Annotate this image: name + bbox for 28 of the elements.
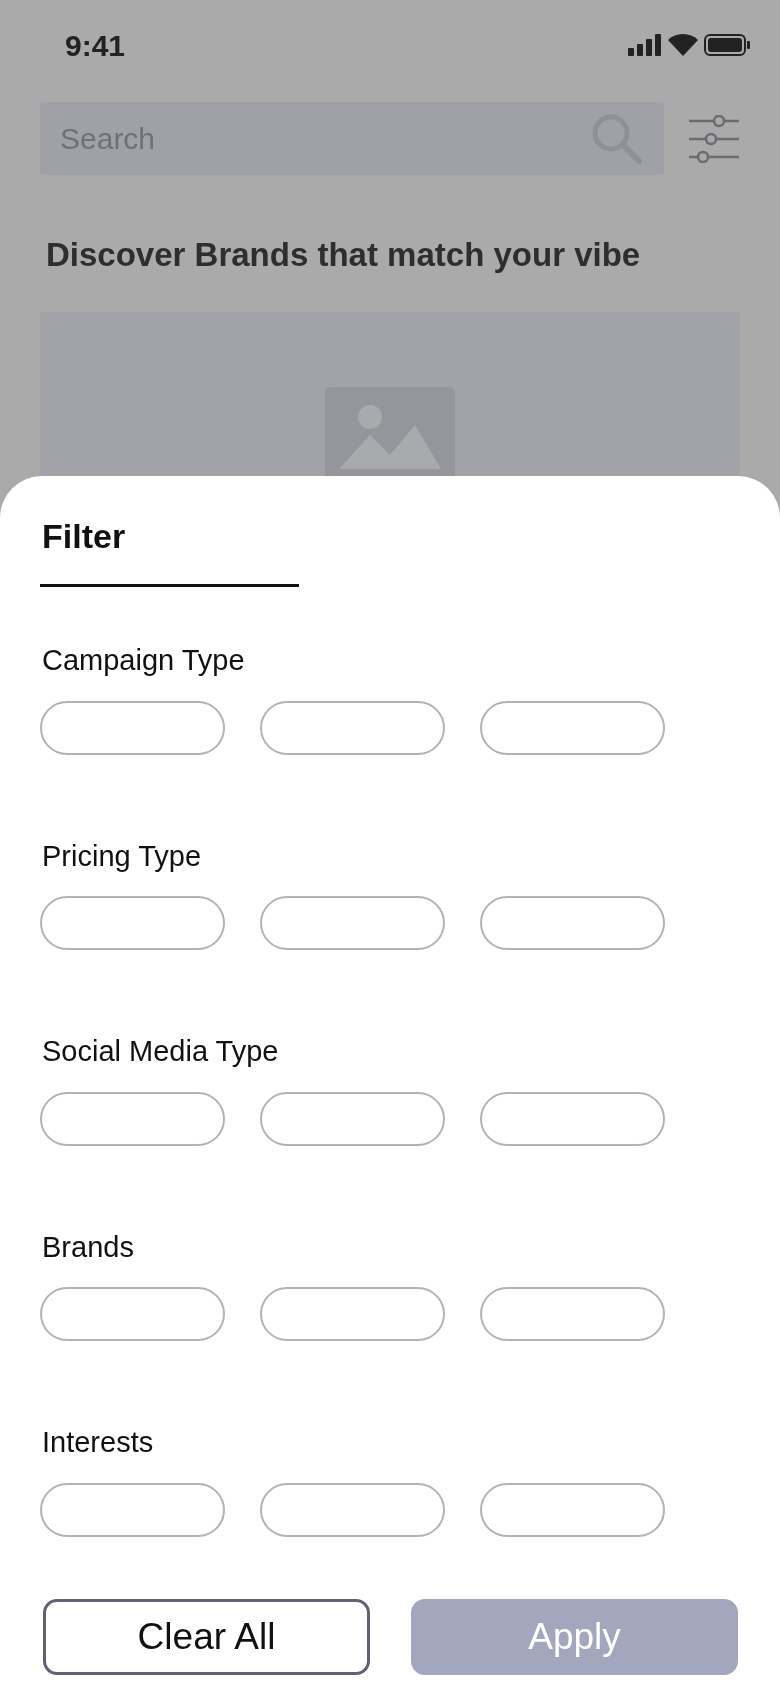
filter-chip[interactable]	[260, 700, 445, 755]
sheet-title[interactable]: Filter	[42, 511, 299, 562]
filter-chip[interactable]	[40, 1091, 225, 1146]
section-label: Pricing Type	[41, 838, 203, 874]
filter-chip[interactable]	[260, 896, 445, 950]
filter-chip[interactable]	[40, 700, 225, 755]
page-heading: Discover Brands that match your vibe	[46, 235, 642, 275]
battery-icon	[704, 34, 750, 56]
filter-chip[interactable]	[480, 1287, 665, 1341]
wifi-icon	[668, 34, 698, 56]
filter-chip[interactable]	[40, 1482, 225, 1537]
section-label: Brands	[41, 1229, 135, 1265]
section-label: Social Media Type	[41, 1034, 280, 1069]
section-label: Interests	[41, 1425, 155, 1460]
signal-icon	[628, 34, 662, 56]
filter-chip[interactable]	[260, 1091, 445, 1146]
filter-chip[interactable]	[480, 700, 665, 755]
filter-chip[interactable]	[260, 1287, 445, 1341]
clear-all-button[interactable]: Clear All	[43, 1598, 370, 1675]
status-time: 9:41	[65, 27, 126, 64]
filter-chip[interactable]	[260, 1482, 445, 1537]
filter-chip[interactable]	[480, 896, 665, 950]
filter-chip[interactable]	[480, 1091, 665, 1146]
filter-chip[interactable]	[40, 1287, 225, 1341]
section-label: Campaign Type	[41, 643, 246, 678]
filter-chip[interactable]	[480, 1482, 665, 1537]
filter-chip[interactable]	[40, 896, 225, 950]
filter-sliders-icon[interactable]	[689, 114, 739, 163]
